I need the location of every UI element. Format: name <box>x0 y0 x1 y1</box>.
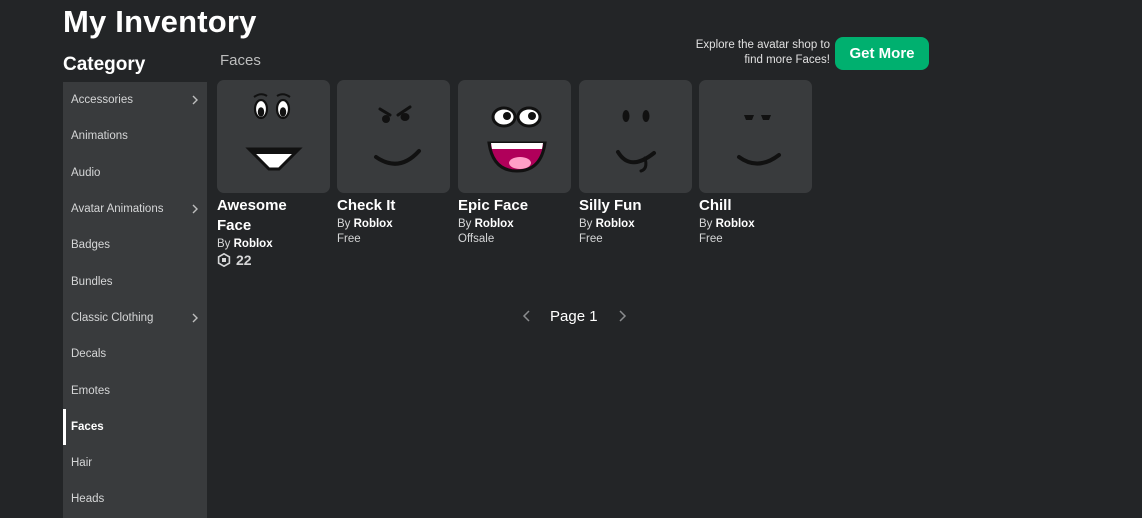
item-thumbnail[interactable] <box>337 80 450 193</box>
sidebar-item-label: Hair <box>71 457 93 470</box>
sidebar-item-label: Emotes <box>71 384 110 397</box>
creator-link[interactable]: Roblox <box>596 218 635 230</box>
chevron-right-icon <box>192 95 198 105</box>
item-name[interactable]: Check It <box>337 196 451 216</box>
item-name-line: Check It <box>337 197 396 214</box>
item-card-check-it: Check It By Roblox Free <box>337 80 451 245</box>
sidebar-item-label: Faces <box>71 420 104 433</box>
robux-icon <box>217 253 231 267</box>
chevron-left-icon <box>522 310 530 322</box>
item-card-chill: Chill By Roblox Free <box>699 80 813 245</box>
creator-prefix: By <box>458 218 472 230</box>
sidebar-item-accessories[interactable]: Accessories <box>63 82 207 118</box>
item-creator: By Roblox <box>458 218 572 230</box>
sidebar-item-animations[interactable]: Animations <box>63 118 207 154</box>
item-price-robux: 22 <box>217 252 331 268</box>
category-sidebar: Accessories Animations Audio Avatar Anim… <box>63 82 207 518</box>
item-thumbnail[interactable] <box>579 80 692 193</box>
creator-prefix: By <box>579 218 593 230</box>
epic-face-icon <box>486 106 547 173</box>
sidebar-item-heads[interactable]: Heads <box>63 481 207 517</box>
chill-face-icon <box>736 114 781 165</box>
shop-promo-text: Explore the avatar shop to find more Fac… <box>640 38 830 68</box>
previous-page-button[interactable] <box>517 306 537 326</box>
sidebar-item-classic-clothing[interactable]: Classic Clothing <box>63 300 207 336</box>
creator-prefix: By <box>699 218 713 230</box>
item-card-epic-face: Epic Face By Roblox Offsale <box>458 80 572 245</box>
sidebar-item-label: Animations <box>71 130 128 143</box>
chevron-right-icon <box>192 313 198 323</box>
page-title: My Inventory <box>63 4 257 39</box>
sidebar-item-label: Audio <box>71 166 101 179</box>
chevron-right-icon <box>192 204 198 214</box>
sidebar-item-label: Badges <box>71 239 111 252</box>
item-creator: By Roblox <box>579 218 693 230</box>
next-page-button[interactable] <box>612 306 632 326</box>
check-it-face-icon <box>373 105 421 166</box>
creator-link[interactable]: Roblox <box>475 218 514 230</box>
sidebar-item-avatar-animations[interactable]: Avatar Animations <box>63 191 207 227</box>
pagination: Page 1 <box>517 303 637 329</box>
sidebar-item-faces[interactable]: Faces <box>63 408 207 446</box>
promo-line: Explore the avatar shop to <box>695 39 830 51</box>
promo-line: find more Faces! <box>744 54 830 66</box>
item-name-line: Awesome <box>217 197 287 214</box>
sidebar-item-label: Classic Clothing <box>71 311 154 324</box>
item-price: Free <box>699 233 723 245</box>
item-card-awesome-face: Awesome Face By Roblox 22 <box>217 80 331 268</box>
sidebar-item-label: Avatar Animations <box>71 203 164 216</box>
sidebar-item-hair[interactable]: Hair <box>63 445 207 481</box>
sidebar-item-label: Heads <box>71 493 105 506</box>
sidebar-item-label: Bundles <box>71 275 113 288</box>
item-name-line: Epic Face <box>458 197 529 214</box>
item-name[interactable]: Awesome Face <box>217 196 331 236</box>
creator-link[interactable]: Roblox <box>234 238 273 250</box>
sidebar-item-bundles[interactable]: Bundles <box>63 263 207 299</box>
sidebar-item-label: Accessories <box>71 94 133 107</box>
inventory-page: My Inventory Category Accessories Animat… <box>0 0 1142 518</box>
sidebar-item-label: Decals <box>71 348 107 361</box>
item-creator: By Roblox <box>217 238 331 250</box>
item-card-silly-fun: Silly Fun By Roblox Free <box>579 80 693 245</box>
get-more-button[interactable]: Get More <box>835 37 929 70</box>
item-thumbnail[interactable] <box>217 80 330 193</box>
silly-fun-face-icon <box>615 109 656 172</box>
awesome-face-icon <box>244 92 303 170</box>
item-name[interactable]: Epic Face <box>458 196 572 216</box>
creator-link[interactable]: Roblox <box>354 218 393 230</box>
item-name-line: Face <box>217 217 252 234</box>
item-name[interactable]: Silly Fun <box>579 196 693 216</box>
item-price: Free <box>337 233 361 245</box>
page-indicator: Page 1 <box>550 307 598 325</box>
sidebar-item-decals[interactable]: Decals <box>63 336 207 372</box>
item-creator: By Roblox <box>337 218 451 230</box>
creator-prefix: By <box>217 238 231 250</box>
item-thumbnail[interactable] <box>458 80 571 193</box>
creator-prefix: By <box>337 218 351 230</box>
item-price: Free <box>579 233 603 245</box>
item-creator: By Roblox <box>699 218 813 230</box>
item-price: Offsale <box>458 233 495 245</box>
section-label: Faces <box>220 52 261 69</box>
item-thumbnail[interactable] <box>699 80 812 193</box>
item-name[interactable]: Chill <box>699 196 813 216</box>
category-title: Category <box>63 54 146 75</box>
sidebar-item-emotes[interactable]: Emotes <box>63 372 207 408</box>
item-name-line: Chill <box>699 197 732 214</box>
creator-link[interactable]: Roblox <box>716 218 755 230</box>
sidebar-item-badges[interactable]: Badges <box>63 227 207 263</box>
robux-amount: 22 <box>236 252 252 268</box>
item-name-line: Silly Fun <box>579 197 642 214</box>
chevron-right-icon <box>619 310 626 322</box>
sidebar-item-audio[interactable]: Audio <box>63 155 207 191</box>
